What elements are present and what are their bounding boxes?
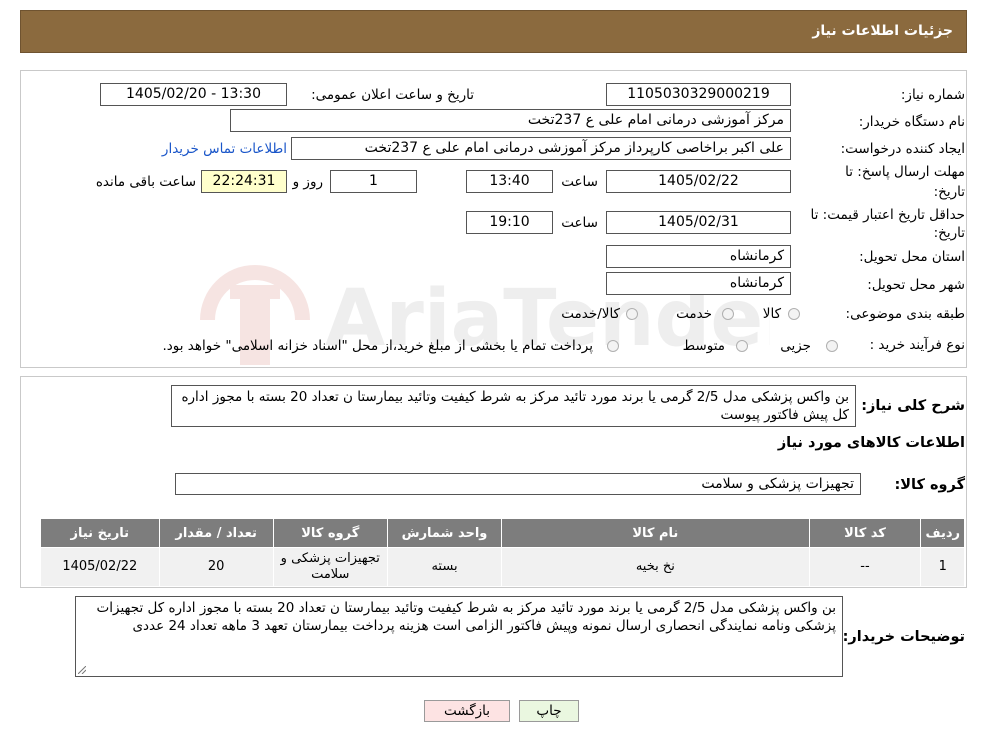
buyer-contact-link[interactable]: اطلاعات تماس خریدار	[162, 141, 287, 157]
days-field: 1	[330, 170, 417, 193]
process-label: نوع فرآیند خرید :	[869, 337, 965, 353]
need-number-label: شماره نیاز:	[900, 87, 965, 103]
category-option-goods-service: کالا/خدمت	[561, 306, 620, 322]
category-label: طبقه بندی موضوعی:	[845, 306, 965, 322]
col-group: گروه کالا	[272, 518, 388, 548]
validity-time-field: 19:10	[466, 211, 553, 234]
validity-date-field: 1405/02/31	[606, 211, 791, 234]
payment-treasury-radio[interactable]	[607, 340, 619, 352]
col-code: کد کالا	[808, 518, 922, 548]
category-option-service: خدمت	[676, 306, 712, 322]
creator-field: علی اکبر براخاصی کارپرداز مرکز آموزشی در…	[291, 137, 791, 160]
category-option-goods: کالا	[762, 306, 781, 322]
buyer-notes-text: بن واکس پزشکی مدل 2/5 گرمی یا برند مورد …	[75, 596, 843, 677]
province-field: کرمانشاه	[606, 245, 791, 268]
cell-date: 1405/02/22	[40, 547, 160, 587]
remaining-time-field: 22:24:31	[201, 170, 287, 193]
resize-grip-icon[interactable]	[78, 666, 86, 674]
table-row: 1 -- نخ بخیه بسته تجهیزات پزشکی و سلامت …	[40, 547, 965, 587]
cell-group: تجهیزات پزشکی و سلامت	[272, 547, 388, 587]
validity-time-label: ساعت	[561, 215, 598, 231]
remaining-label: ساعت باقی مانده	[95, 174, 196, 190]
col-unit: واحد شمارش	[386, 518, 503, 548]
deadline-label: مهلت ارسال پاسخ: تا	[845, 164, 965, 180]
summary-text: بن واکس پزشکی مدل 2/5 گرمی یا برند مورد …	[171, 385, 856, 427]
col-row: ردیف	[920, 518, 965, 548]
buyer-notes-label: توضیحات خریدار:	[842, 629, 965, 645]
process-option-minor: جزیی	[780, 338, 811, 354]
deadline-date-field: 1405/02/22	[606, 170, 791, 193]
announce-field: 1405/02/20 - 13:30	[100, 83, 287, 106]
category-radio-service[interactable]	[722, 308, 734, 320]
validity-label-date: تاریخ:	[933, 225, 965, 241]
cell-unit: بسته	[386, 547, 503, 587]
buyer-notes-content: بن واکس پزشکی مدل 2/5 گرمی یا برند مورد …	[96, 600, 836, 634]
col-qty: تعداد / مقدار	[158, 518, 274, 548]
cell-code: --	[808, 547, 922, 587]
summary-label: شرح کلی نیاز:	[861, 398, 965, 414]
cell-row: 1	[920, 547, 965, 587]
col-date: تاریخ نیاز	[40, 518, 160, 548]
page-title: جزئیات اطلاعات نیاز	[812, 23, 953, 39]
category-radio-goods[interactable]	[788, 308, 800, 320]
print-button[interactable]: چاپ	[519, 700, 579, 722]
announce-label: تاریخ و ساعت اعلان عمومی:	[311, 87, 474, 103]
cell-qty: 20	[158, 547, 274, 587]
deadline-time-label: ساعت	[561, 174, 598, 190]
city-label: شهر محل تحویل:	[867, 277, 965, 293]
process-radio-minor[interactable]	[826, 340, 838, 352]
goods-group-field: تجهیزات پزشکی و سلامت	[175, 473, 861, 495]
page-header: جزئیات اطلاعات نیاز	[20, 10, 967, 53]
back-button[interactable]: بازگشت	[424, 700, 510, 722]
days-label: روز و	[292, 174, 323, 190]
validity-label: حداقل تاریخ اعتبار قیمت: تا	[810, 207, 965, 223]
items-table: ردیف کد کالا نام کالا واحد شمارش گروه کا…	[40, 518, 965, 587]
goods-group-label: گروه کالا:	[894, 477, 965, 493]
city-field: کرمانشاه	[606, 272, 791, 295]
process-radio-medium[interactable]	[736, 340, 748, 352]
col-name: نام کالا	[501, 518, 810, 548]
goods-section-title: اطلاعات کالاهای مورد نیاز	[777, 435, 965, 451]
payment-note: پرداخت تمام یا بخشی از مبلغ خرید،از محل …	[162, 338, 593, 354]
cell-name: نخ بخیه	[501, 547, 810, 587]
deadline-label-date: تاریخ:	[933, 184, 965, 200]
buyer-org-label: نام دستگاه خریدار:	[858, 114, 965, 130]
creator-label: ایجاد کننده درخواست:	[840, 141, 965, 157]
need-number-field: 1105030329000219	[606, 83, 791, 106]
buyer-org-field: مرکز آموزشی درمانی امام علی ع 237تخت	[230, 109, 791, 132]
deadline-time-field: 13:40	[466, 170, 553, 193]
items-table-header: ردیف کد کالا نام کالا واحد شمارش گروه کا…	[40, 518, 965, 548]
province-label: استان محل تحویل:	[859, 249, 965, 265]
process-option-medium: متوسط	[682, 338, 725, 354]
category-radio-goods-service[interactable]	[626, 308, 638, 320]
